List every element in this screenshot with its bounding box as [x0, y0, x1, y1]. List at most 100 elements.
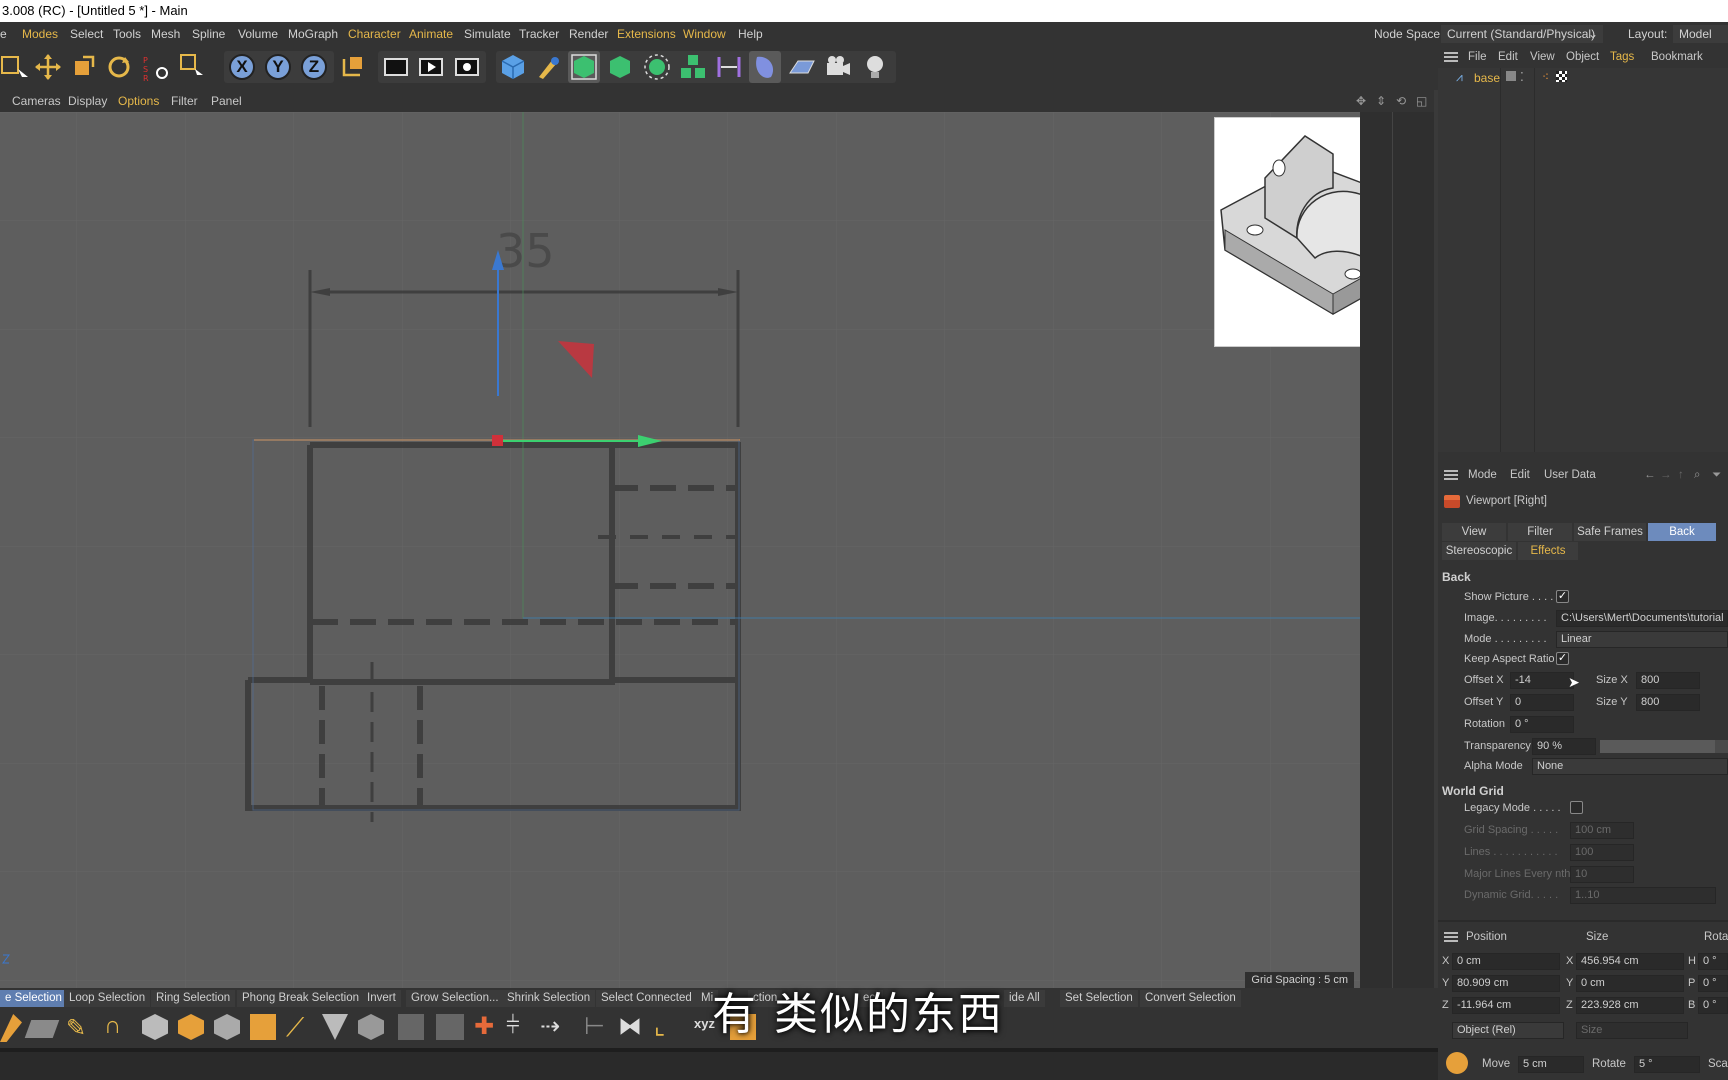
ring-selection-button[interactable]: Ring Selection	[151, 990, 236, 1007]
axis-center-handle[interactable]	[492, 435, 503, 446]
pos-z-field[interactable]: -11.964 cm	[1452, 997, 1560, 1014]
viewport-rotate-icon[interactable]: ⟲	[1396, 90, 1406, 112]
mirror-tool-icon[interactable]: ⧓	[618, 1012, 642, 1041]
checker-tag-icon[interactable]	[1556, 71, 1567, 82]
live-selection-button[interactable]: e Selection	[0, 990, 67, 1007]
object-row-base[interactable]: ⩘ base ⁚ ⁖	[1438, 70, 1728, 86]
loop-selection-button[interactable]: Loop Selection	[64, 990, 151, 1007]
size-y-field[interactable]: 800	[1636, 694, 1700, 711]
offset-y-field[interactable]: 0	[1510, 694, 1574, 711]
pen-icon[interactable]	[533, 51, 565, 83]
coordinate-system-icon[interactable]	[336, 51, 368, 83]
tab-view[interactable]: View	[1442, 523, 1506, 541]
menu-item-help[interactable]: Help	[738, 22, 763, 46]
extrude-inner-icon[interactable]	[178, 1014, 204, 1040]
transparency-slider[interactable]	[1600, 740, 1728, 753]
split-tool-icon[interactable]: ⊢	[584, 1012, 605, 1041]
layout-dropdown[interactable]: Model	[1673, 25, 1728, 43]
size-y-coord-field[interactable]: 0 cm	[1576, 975, 1684, 992]
coord-mode-dropdown[interactable]: Object (Rel)	[1452, 1022, 1564, 1039]
object-list[interactable]: ⩘ base ⁚ ⁖	[1438, 68, 1728, 452]
invert-button[interactable]: Invert	[362, 990, 401, 1007]
bevel-tool-icon[interactable]	[214, 1014, 240, 1040]
legacy-mode-checkbox[interactable]	[1570, 801, 1583, 814]
viewport-menu-panel[interactable]: Panel	[211, 90, 242, 112]
y-axis-lock-button[interactable]: Y	[262, 51, 294, 83]
z-axis-lock-button[interactable]: Z	[298, 51, 330, 83]
tag-icon[interactable]: ⁖	[1542, 70, 1549, 84]
tab-stereoscopic[interactable]: Stereoscopic	[1442, 542, 1516, 560]
psr-toggle-icon[interactable]: PSR	[140, 51, 172, 83]
rot-h-field[interactable]: 0 °	[1698, 953, 1728, 970]
move-tool-icon[interactable]	[32, 51, 64, 83]
convert-selection-button[interactable]: Convert Selection	[1140, 990, 1241, 1007]
menu-item-spline[interactable]: Spline	[192, 22, 225, 46]
viewport-menu-display[interactable]: Display	[68, 90, 107, 112]
search-icon[interactable]: ⌕	[1694, 464, 1700, 486]
axis-center-icon[interactable]: ⌞	[654, 1012, 665, 1041]
menu-item-render[interactable]: Render	[569, 22, 608, 46]
attr-menu-user-data[interactable]: User Data	[1544, 464, 1596, 486]
pos-y-field[interactable]: 80.909 cm	[1452, 975, 1560, 992]
rot-p-field[interactable]: 0 °	[1698, 975, 1728, 992]
visibility-dots-icon[interactable]: ⁚	[1520, 70, 1524, 84]
move-step-field[interactable]: 5 cm	[1518, 1056, 1584, 1073]
x-axis-lock-button[interactable]: X	[226, 51, 258, 83]
viewport[interactable]: 35 1 Grid Spacing : 5 cm	[0, 112, 1360, 988]
stitch-tool-icon[interactable]	[358, 1014, 384, 1040]
menu-item-animate[interactable]: Animate	[409, 22, 453, 46]
hide-all-button-partial[interactable]: ide All	[1004, 990, 1045, 1007]
menu-item-character[interactable]: Character	[348, 22, 401, 46]
shrink-selection-button[interactable]: Shrink Selection	[502, 990, 596, 1007]
mode-dropdown[interactable]: Linear	[1556, 631, 1728, 648]
menu-item-simulate[interactable]: Simulate	[464, 22, 511, 46]
object-name-base[interactable]: base	[1474, 71, 1500, 85]
select-connected-button[interactable]: Select Connected	[596, 990, 697, 1007]
attr-menu-edit[interactable]: Edit	[1510, 464, 1530, 486]
tab-safe-frames[interactable]: Safe Frames	[1574, 523, 1646, 541]
menu-item-modes[interactable]: Modes	[22, 22, 58, 46]
show-picture-checkbox[interactable]: ✓	[1556, 590, 1569, 603]
menu-item-tools[interactable]: Tools	[113, 22, 141, 46]
rotate-tool-icon[interactable]	[103, 51, 135, 83]
viewport-menu-filter[interactable]: Filter	[171, 90, 198, 112]
om-menu-file[interactable]: File	[1468, 46, 1487, 68]
size-x-coord-field[interactable]: 456.954 cm	[1576, 953, 1684, 970]
transparency-field[interactable]: 90 %	[1532, 738, 1596, 755]
grow-selection-button[interactable]: Grow Selection...	[406, 990, 504, 1007]
plane-tool-icon[interactable]	[24, 1020, 60, 1038]
layer-icon[interactable]	[1506, 71, 1516, 81]
tab-back[interactable]: Back	[1648, 523, 1716, 541]
tab-filter[interactable]: Filter	[1508, 523, 1572, 541]
pos-x-field[interactable]: 0 cm	[1452, 953, 1560, 970]
live-selection-icon[interactable]	[177, 51, 209, 83]
dissolve-tool-icon[interactable]: ✚	[474, 1012, 494, 1041]
image-path-field[interactable]: C:\Users\Mert\Documents\tutorial	[1556, 610, 1728, 627]
viewport-maximize-icon[interactable]: ◱	[1416, 90, 1427, 112]
render-view-icon[interactable]	[380, 51, 412, 83]
offset-x-field[interactable]: -14	[1510, 672, 1574, 689]
line-cut-icon[interactable]: ⟋	[286, 1012, 304, 1044]
up-arrow-icon[interactable]: ↑	[1678, 464, 1684, 486]
back-arrow-icon[interactable]: ←	[1644, 464, 1656, 486]
field-icon[interactable]	[749, 51, 781, 83]
rotation-field[interactable]: 0 °	[1510, 716, 1574, 733]
deformer-icon[interactable]	[713, 51, 745, 83]
knife-tool-icon[interactable]: ✎	[66, 1014, 86, 1043]
floor-icon[interactable]	[786, 51, 818, 83]
array-icon[interactable]	[677, 51, 709, 83]
render-settings-icon[interactable]	[451, 51, 483, 83]
viewport-menu-options[interactable]: Options	[118, 90, 159, 112]
size-x-field[interactable]: 800	[1636, 672, 1700, 689]
iron-tool-icon[interactable]	[436, 1014, 464, 1040]
forward-arrow-icon[interactable]: →	[1660, 464, 1672, 486]
node-space-dropdown[interactable]: Current (Standard/Physical) ⌄	[1441, 25, 1603, 43]
align-tool-icon[interactable]: ⫩	[506, 1012, 520, 1040]
hamburger-menu-icon[interactable]	[1444, 470, 1458, 480]
om-menu-bookmark[interactable]: Bookmark	[1651, 46, 1703, 68]
tab-effects[interactable]: Effects	[1518, 542, 1578, 560]
phong-break-selection-button[interactable]: Phong Break Selection	[237, 990, 364, 1007]
spin-edge-icon[interactable]: ⇢	[540, 1012, 560, 1041]
menu-item-file-partial[interactable]: e	[0, 22, 7, 46]
bridge-tool-icon[interactable]	[250, 1014, 276, 1040]
